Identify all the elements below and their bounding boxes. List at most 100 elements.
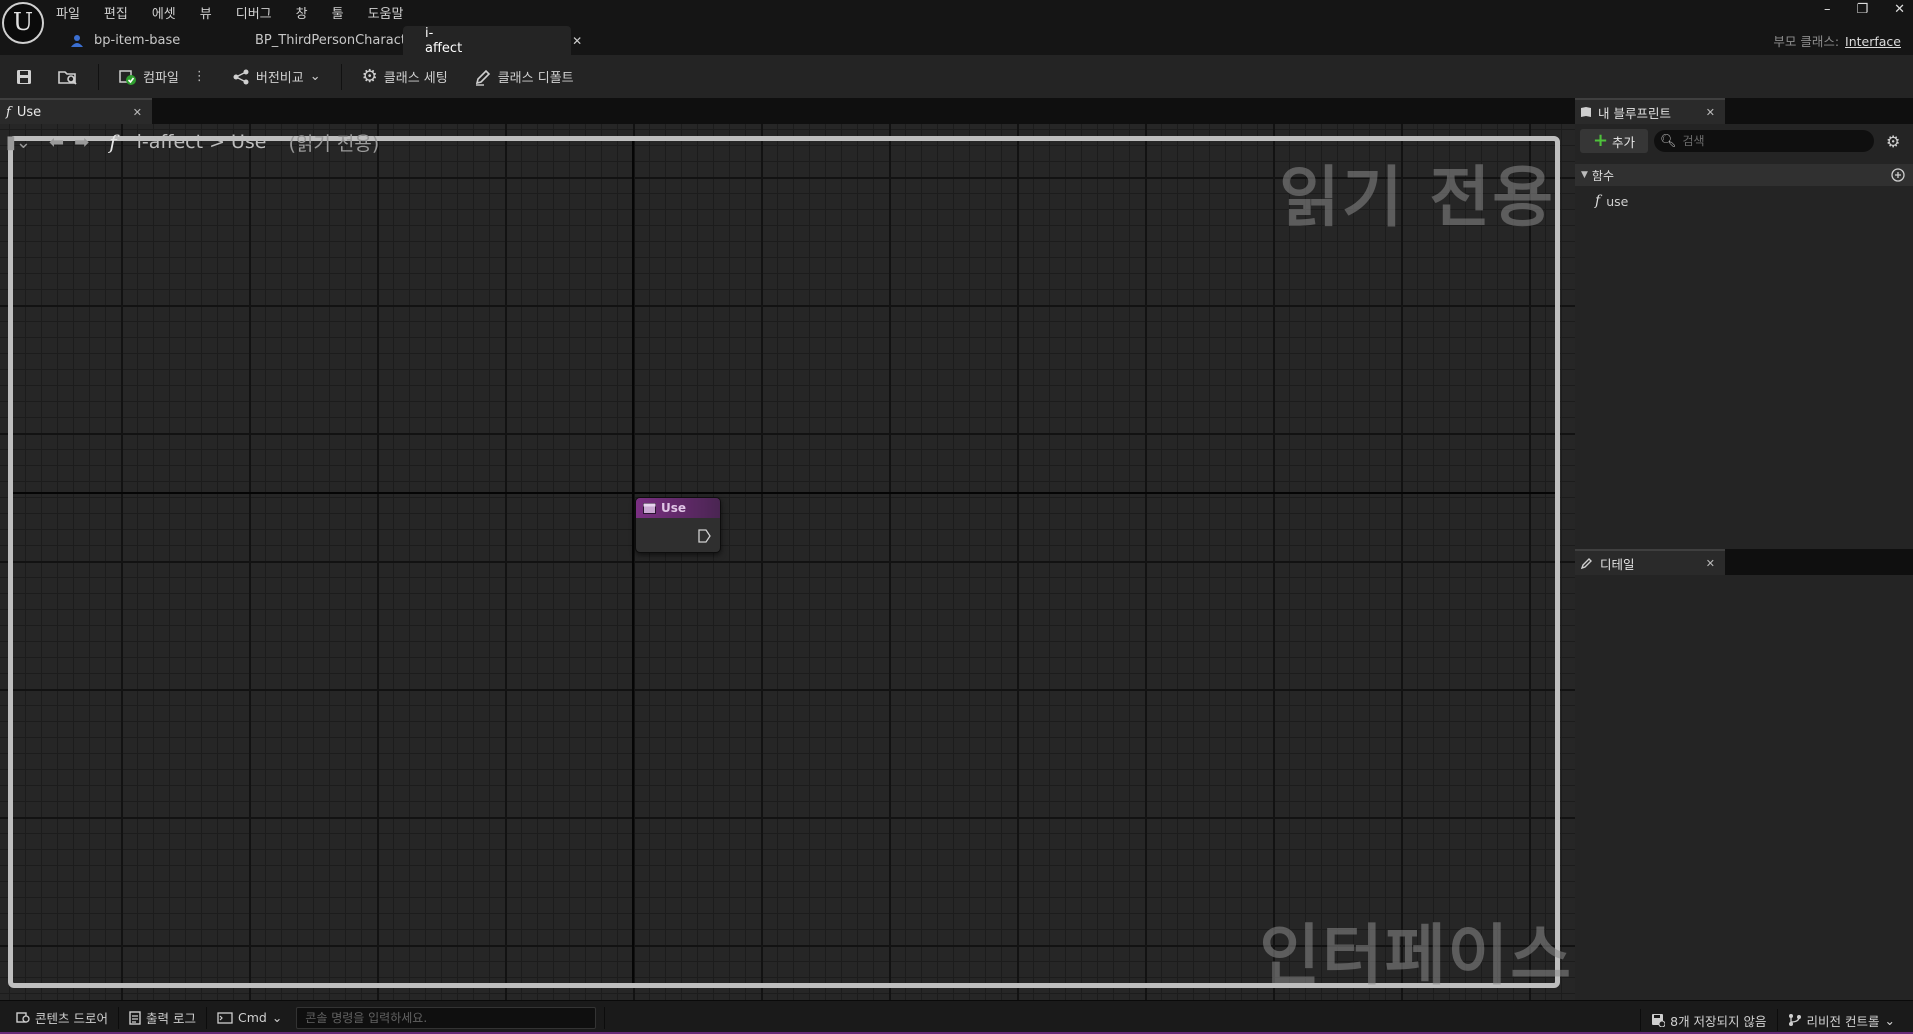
tab-label: 디테일: [1600, 556, 1635, 572]
close-icon[interactable]: ✕: [1706, 106, 1715, 119]
output-log-button[interactable]: 출력 로그: [119, 1005, 206, 1031]
node-title: Use: [661, 501, 687, 515]
readonly-label: (읽기 전용): [288, 132, 380, 155]
status-divider: [604, 1006, 606, 1029]
class-defaults-button[interactable]: 클래스 디폴트: [468, 63, 580, 91]
tab-label: i-affect: [425, 25, 463, 56]
chevron-down-icon: ⌄: [309, 69, 321, 84]
output-log-icon: [129, 1010, 141, 1025]
content-drawer-icon: [16, 1012, 30, 1023]
blueprint-book-icon: [1581, 107, 1591, 117]
class-settings-label: 클래스 세팅: [383, 71, 448, 86]
node-header: Use: [636, 498, 720, 518]
chevron-down-icon: ⌄: [1884, 1012, 1895, 1028]
breadcrumb-current: Use: [230, 131, 267, 153]
menu-help[interactable]: 도움말: [368, 3, 404, 23]
close-window-icon[interactable]: ✕: [1894, 2, 1905, 17]
toolbar-divider: [340, 63, 342, 90]
my-blueprint-tab-strip: 내 블루프린트 ✕: [1575, 98, 1913, 124]
tab-label: 내 블루프린트: [1598, 105, 1671, 121]
tab-bp-item-base[interactable]: bp-item-base: [58, 26, 233, 55]
category-functions[interactable]: ▼ 함수: [1575, 164, 1913, 186]
add-button[interactable]: + 추가: [1580, 129, 1648, 153]
breadcrumb-root[interactable]: i-affect: [137, 131, 203, 153]
back-arrow-icon[interactable]: ⬅: [49, 132, 64, 153]
parent-class: 부모 클래스: Interface: [1773, 31, 1901, 50]
browse-button[interactable]: [52, 63, 84, 91]
exec-pin-icon[interactable]: [697, 529, 711, 543]
tab-my-blueprint[interactable]: 내 블루프린트 ✕: [1575, 98, 1725, 124]
function-entry-node[interactable]: Use: [635, 497, 721, 553]
save-icon: [17, 69, 31, 84]
class-settings-button[interactable]: ⚙ 클래스 세팅: [356, 63, 454, 91]
toolbar: 컴파일 ⋮ 버전비교 ⌄ ⚙ 클래스 세팅 클래스 디폴트: [0, 55, 1913, 98]
save-button[interactable]: [10, 63, 38, 91]
minimize-icon[interactable]: –: [1824, 2, 1831, 17]
graph-tab-use[interactable]: f Use ✕: [0, 98, 152, 124]
compile-label: 컴파일: [143, 71, 179, 86]
breadcrumb-separator: >: [209, 131, 225, 153]
browse-folder-icon: [58, 70, 77, 85]
breadcrumb: ▮⌄ ⬅ ➡ f i-affect > Use (읽기 전용): [6, 128, 379, 156]
function-icon: f: [6, 104, 11, 120]
menu-file[interactable]: 파일: [56, 3, 80, 23]
graph-tab-label: Use: [16, 104, 42, 120]
diff-button[interactable]: 버전비교 ⌄: [226, 63, 327, 91]
my-blueprint-panel: + 추가 🔍︎ ⚙ ▼ 함수 f use: [1575, 124, 1913, 549]
revision-control-button[interactable]: 리비전 컨트롤 ⌄: [1778, 1007, 1905, 1033]
search-icon: 🔍︎: [1660, 133, 1677, 149]
add-label: 추가: [1612, 134, 1636, 150]
status-right-group: 8개 저장되지 않음 리비전 컨트롤 ⌄: [1640, 1007, 1905, 1033]
status-bar: 콘텐츠 드로어 출력 로그 Cmd ⌄ 8개 저장되지 않음 리비전 컨트롤 ⌄: [0, 1000, 1913, 1034]
edit-pencil-icon: [1580, 558, 1592, 570]
compile-options-icon[interactable]: ⋮: [193, 69, 206, 84]
menu-view[interactable]: 뷰: [200, 3, 212, 23]
menu-edit[interactable]: 편집: [104, 3, 128, 23]
unsaved-assets-button[interactable]: 8개 저장되지 않음: [1641, 1007, 1776, 1033]
tab-details[interactable]: 디테일 ✕: [1575, 549, 1725, 575]
graph-editor[interactable]: ▮⌄ ⬅ ➡ f i-affect > Use (읽기 전용) 읽기 전용 인터…: [0, 124, 1575, 1000]
console-command-input[interactable]: [296, 1006, 597, 1029]
add-circle-icon[interactable]: [1891, 168, 1905, 182]
tab-i-affect[interactable]: i-affect ✕: [403, 25, 582, 56]
close-icon[interactable]: ✕: [1706, 557, 1715, 570]
restore-icon[interactable]: ❐: [1856, 2, 1868, 17]
cmd-selector[interactable]: Cmd ⌄: [207, 1005, 292, 1031]
tab-close-icon[interactable]: ✕: [572, 34, 582, 48]
parent-class-link[interactable]: Interface: [1845, 34, 1901, 49]
content-drawer-button[interactable]: 콘텐츠 드로어: [6, 1005, 118, 1031]
function-item-use[interactable]: f use: [1595, 190, 1628, 212]
my-blueprint-toolbar: + 추가 🔍︎ ⚙: [1575, 124, 1913, 158]
collapse-arrow-icon: ▼: [1581, 170, 1588, 180]
toolbar-divider: [98, 63, 99, 90]
terminal-icon: [217, 1011, 233, 1024]
gear-icon[interactable]: ⚙: [1886, 132, 1900, 151]
search-field[interactable]: 🔍︎: [1654, 130, 1874, 152]
interface-watermark: 인터페이스: [1259, 917, 1573, 994]
edit-pencil-icon: [475, 69, 490, 86]
class-defaults-label: 클래스 디폴트: [497, 71, 574, 86]
blueprint-actor-icon: [71, 34, 83, 47]
unsaved-label: 8개 저장되지 않음: [1670, 1013, 1767, 1029]
unreal-logo-icon[interactable]: U: [2, 2, 44, 44]
compile-button[interactable]: 컴파일 ⋮: [113, 63, 212, 91]
search-input[interactable]: [1682, 134, 1863, 148]
menu-window[interactable]: 창: [296, 3, 308, 23]
revision-branch-icon: [1788, 1014, 1801, 1026]
menu-asset[interactable]: 에셋: [152, 3, 176, 23]
graph-menu-icon[interactable]: ▮⌄: [6, 132, 31, 153]
content-drawer-label: 콘텐츠 드로어: [35, 1011, 108, 1026]
forward-arrow-icon[interactable]: ➡: [74, 132, 89, 153]
function-node-icon: [643, 502, 656, 514]
menu-bar: 파일 편집 에셋 뷰 디버그 창 툴 도움말: [56, 3, 403, 23]
tab-label: BP_ThirdPersonCharacter: [255, 33, 420, 48]
tab-bp-thirdpersoncharacter[interactable]: BP_ThirdPersonCharacter: [233, 26, 419, 55]
gear-icon: ⚙: [361, 66, 378, 87]
category-label: 함수: [1591, 168, 1615, 183]
diff-icon: [233, 69, 249, 84]
menu-tools[interactable]: 툴: [332, 3, 344, 23]
close-icon[interactable]: ✕: [133, 106, 142, 119]
function-icon: f: [109, 130, 117, 154]
readonly-frame: [8, 136, 1560, 988]
menu-debug[interactable]: 디버그: [236, 3, 272, 23]
